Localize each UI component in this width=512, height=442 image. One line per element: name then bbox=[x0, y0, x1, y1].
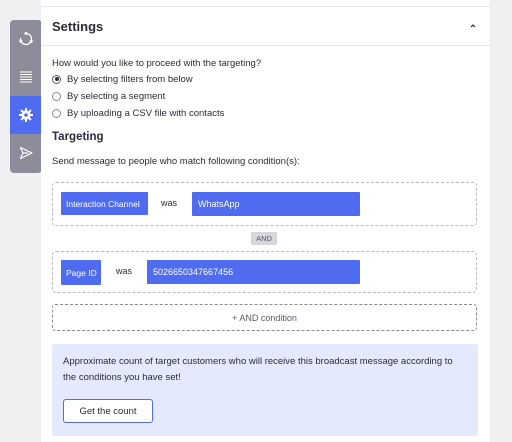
gear-icon bbox=[19, 108, 33, 122]
condition-field[interactable]: Interaction Channel bbox=[61, 192, 148, 215]
and-badge: AND bbox=[251, 232, 277, 245]
send-icon bbox=[19, 146, 33, 160]
targeting-description: Send message to people who match followi… bbox=[52, 156, 300, 167]
radio-label: By uploading a CSV file with contacts bbox=[67, 107, 225, 119]
section-title: Settings bbox=[52, 19, 104, 34]
list-icon bbox=[20, 71, 32, 83]
radio-button[interactable] bbox=[52, 108, 61, 118]
targeting-heading: Targeting bbox=[52, 131, 104, 143]
radio-label: By selecting a segment bbox=[67, 90, 166, 102]
settings-panel: Settings How would you like to proceed w… bbox=[41, 0, 490, 442]
condition-operator[interactable]: was bbox=[161, 198, 177, 208]
add-and-condition-button[interactable]: + AND condition bbox=[52, 304, 477, 331]
targeting-question: How would you like to proceed with the t… bbox=[52, 58, 262, 69]
radio-label: By selecting filters from below bbox=[67, 73, 193, 85]
rail-item-refresh[interactable] bbox=[10, 20, 42, 58]
radio-button[interactable] bbox=[52, 74, 61, 84]
chevron-up-icon[interactable] bbox=[468, 21, 478, 31]
divider bbox=[41, 45, 490, 46]
side-toolbar bbox=[10, 20, 42, 173]
radio-button[interactable] bbox=[52, 91, 61, 101]
estimate-box: Approximate count of target customers wh… bbox=[52, 344, 478, 436]
radio-option-csv[interactable]: By uploading a CSV file with contacts bbox=[52, 106, 224, 120]
condition-operator[interactable]: was bbox=[116, 266, 132, 276]
rail-item-settings[interactable] bbox=[10, 96, 42, 134]
condition-row: Page ID was 5026650347667456 bbox=[52, 251, 477, 293]
rail-item-list[interactable] bbox=[10, 58, 42, 96]
condition-field[interactable]: Page ID bbox=[61, 260, 101, 285]
rail-item-send[interactable] bbox=[10, 134, 42, 172]
condition-value[interactable]: WhatsApp bbox=[192, 192, 360, 216]
get-count-button[interactable]: Get the count bbox=[63, 399, 153, 423]
radio-option-filters[interactable]: By selecting filters from below bbox=[52, 72, 193, 86]
condition-value[interactable]: 5026650347667456 bbox=[147, 260, 360, 284]
radio-option-segment[interactable]: By selecting a segment bbox=[52, 89, 165, 103]
estimate-text: Approximate count of target customers wh… bbox=[63, 356, 453, 383]
divider bbox=[41, 6, 490, 7]
condition-row: Interaction Channel was WhatsApp bbox=[52, 182, 477, 226]
refresh-icon bbox=[19, 32, 33, 46]
